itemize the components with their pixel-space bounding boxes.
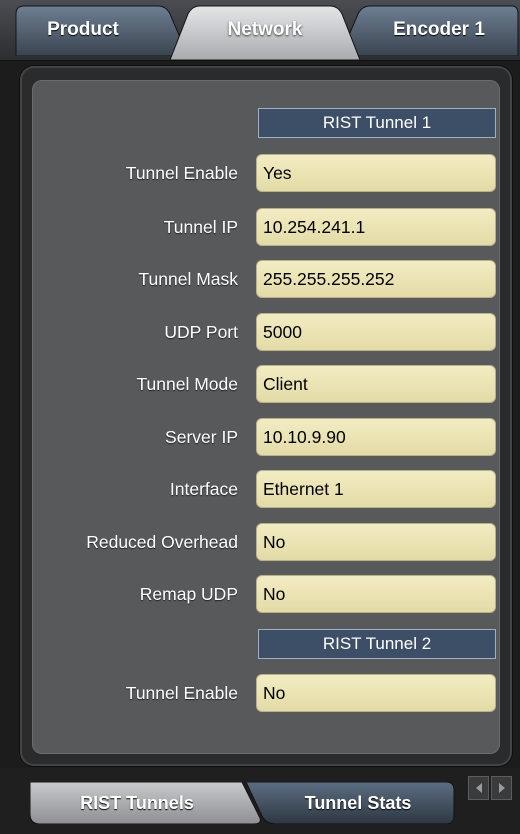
remap-udp-label: Remap UDP xyxy=(139,584,238,604)
tab-rist-tunnels-label: RIST Tunnels xyxy=(80,792,194,813)
interface-field[interactable]: Ethernet 1 xyxy=(256,470,496,508)
tab-encoder-1-label: Encoder 1 xyxy=(393,19,485,40)
tab-network[interactable]: Network xyxy=(170,4,370,60)
tunnel-enable-label: Tunnel Enable xyxy=(125,163,238,183)
tab-product-label: Product xyxy=(47,19,119,40)
reduced-overhead-field[interactable]: No xyxy=(256,523,496,561)
tunnel-mode-field[interactable]: Client xyxy=(256,365,496,403)
udp-port-label: UDP Port xyxy=(164,322,238,342)
tab-product[interactable]: Product xyxy=(8,4,188,56)
tunnel-mask-field[interactable]: 255.255.255.252 xyxy=(256,260,496,298)
tab-rist-tunnels[interactable]: RIST Tunnels xyxy=(30,782,264,824)
remap-udp-field[interactable]: No xyxy=(256,575,496,613)
udp-port-field[interactable]: 5000 xyxy=(256,313,496,351)
tunnel-mask-label: Tunnel Mask xyxy=(138,269,238,289)
tunnel-2-enable-label: Tunnel Enable xyxy=(125,683,238,703)
tab-network-label: Network xyxy=(227,19,303,40)
tab-tunnel-stats-label: Tunnel Stats xyxy=(304,792,412,813)
scroll-left-button[interactable] xyxy=(468,776,489,800)
arrow-right-icon xyxy=(498,783,505,793)
scroll-right-button[interactable] xyxy=(491,776,512,800)
section-header-rist-tunnel-2: RIST Tunnel 2 xyxy=(258,629,496,659)
server-ip-field[interactable]: 10.10.9.90 xyxy=(256,418,496,456)
interface-label: Interface xyxy=(169,479,238,499)
reduced-overhead-label: Reduced Overhead xyxy=(86,532,238,552)
section-header-rist-tunnel-1: RIST Tunnel 1 xyxy=(258,108,496,138)
tab-scroll-arrows xyxy=(468,776,512,800)
server-ip-label: Server IP xyxy=(165,427,238,447)
tunnel-enable-field[interactable]: Yes xyxy=(256,154,496,192)
tunnel-2-enable-field[interactable]: No xyxy=(256,674,496,712)
tunnel-ip-field[interactable]: 10.254.241.1 xyxy=(256,208,496,246)
tab-tunnel-stats[interactable]: Tunnel Stats xyxy=(246,782,456,824)
tunnel-ip-label: Tunnel IP xyxy=(163,217,238,237)
arrow-left-icon xyxy=(475,783,482,793)
tunnel-mode-label: Tunnel Mode xyxy=(136,374,239,394)
